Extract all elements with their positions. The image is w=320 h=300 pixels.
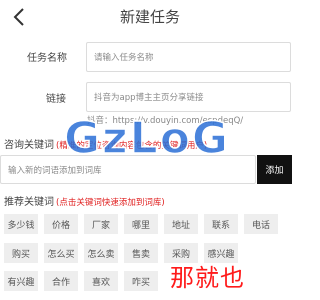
keyword-tag[interactable]: 合作 [44, 271, 78, 291]
keyword-tag[interactable]: 多少钱 [4, 214, 38, 234]
task-name-label: 任务名称 [27, 53, 67, 64]
keyword-tag[interactable]: 售卖 [124, 243, 158, 263]
consult-note: (精准的定位咨询内容包含的关键词用户) [56, 141, 208, 151]
keyword-input[interactable]: 输入新的词语添加到词库 [0, 155, 256, 184]
keyword-tag[interactable]: 有兴趣 [4, 271, 38, 291]
keyword-input-placeholder: 输入新的词语添加到词库 [8, 165, 102, 176]
consult-keywords-title: 咨询关键词 (精准的定位咨询内容包含的关键词用户) [4, 136, 207, 151]
stamp-watermark: 那就也 [170, 264, 245, 292]
keyword-tag[interactable]: 咋买 [124, 271, 158, 291]
keyword-tag[interactable]: 怎么买 [44, 243, 78, 263]
add-keyword-button[interactable]: 添加 [257, 155, 292, 184]
keyword-tag[interactable]: 价格 [44, 214, 78, 234]
keyword-tag[interactable]: 联系 [204, 214, 238, 234]
keyword-tag[interactable]: 怎么卖 [84, 243, 118, 263]
recommend-keywords-title: 推荐关键词 (点击关键词快速添加到词库) [4, 193, 165, 208]
keyword-tag[interactable]: 电话 [244, 214, 278, 234]
keyword-tag[interactable]: 喜欢 [84, 271, 118, 291]
keyword-tag[interactable]: 厂家 [84, 214, 118, 234]
recommend-title-text: 推荐关键词 [4, 197, 54, 208]
link-placeholder: 抖音为app博主主页分享链接 [94, 93, 204, 103]
top-bar: 新建任务 [0, 0, 300, 34]
task-name-placeholder: 请输入任务名称 [94, 53, 154, 63]
consult-title-text: 咨询关键词 [4, 140, 54, 151]
link-input[interactable]: 抖音为app博主主页分享链接 [86, 82, 291, 112]
task-name-input[interactable]: 请输入任务名称 [86, 42, 291, 72]
recommend-note: (点击关键词快速添加到词库) [56, 198, 165, 208]
keyword-tag[interactable]: 购买 [4, 243, 38, 263]
keyword-tag[interactable]: 地址 [164, 214, 198, 234]
keyword-tag[interactable]: 哪里 [124, 214, 158, 234]
link-label: 链接 [46, 94, 66, 105]
link-hint: 抖音：https://v.douyin.com/espdeqQ/ [87, 116, 244, 126]
page-title: 新建任务 [119, 8, 180, 26]
